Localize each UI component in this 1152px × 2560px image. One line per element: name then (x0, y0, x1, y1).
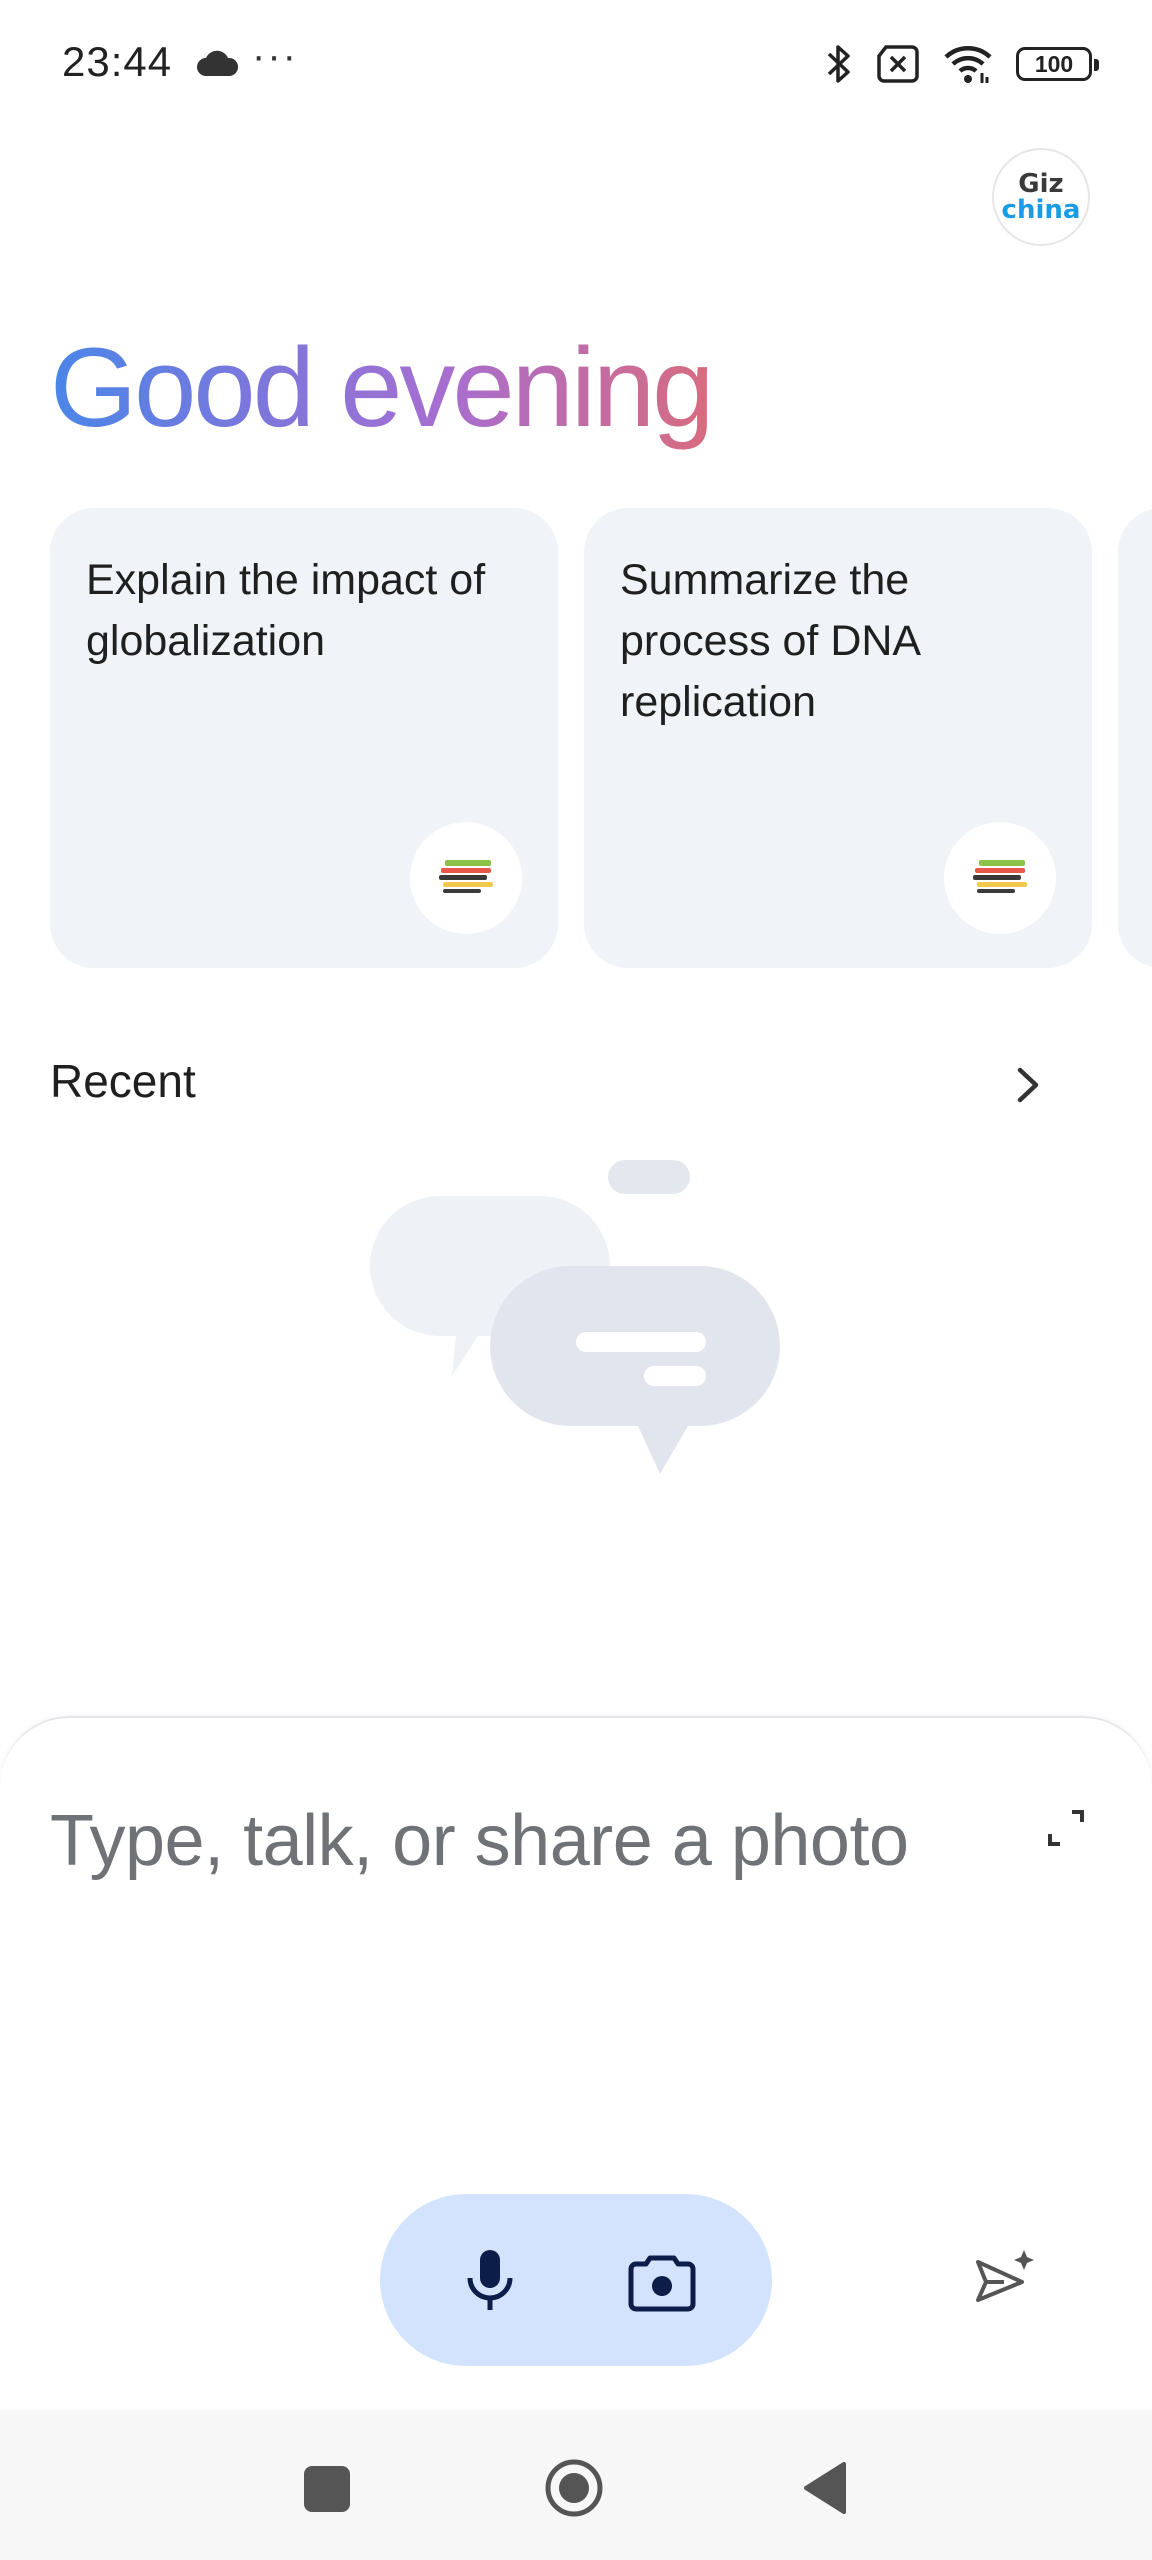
send-icon[interactable] (974, 2248, 1036, 2304)
chevron-right-icon[interactable] (1006, 1058, 1050, 1112)
bluetooth-icon (827, 45, 850, 83)
back-triangle-icon[interactable] (802, 2460, 848, 2516)
empty-chat-illustration (370, 1160, 780, 1474)
avatar-line2: china (1001, 195, 1081, 225)
home-circle-icon[interactable] (544, 2458, 604, 2518)
suggestion-card-partial[interactable] (1118, 508, 1152, 968)
suggestion-text: Summarize the process of DNA replication (620, 556, 919, 726)
account-avatar[interactable]: Giz china (992, 148, 1090, 246)
cloud-icon (197, 50, 239, 76)
recent-heading: Recent (50, 1055, 196, 1107)
suggestion-card[interactable]: Explain the impact of globalization (50, 508, 558, 968)
mic-icon[interactable] (464, 2248, 516, 2314)
books-icon (944, 822, 1056, 934)
status-bar: 23:44 ··· 100 (0, 0, 1152, 130)
expand-icon[interactable] (1044, 1806, 1088, 1850)
camera-icon[interactable] (628, 2250, 696, 2312)
battery-level: 100 (1034, 50, 1074, 77)
books-icon (410, 822, 522, 934)
suggestion-text: Explain the impact of globalization (86, 556, 486, 665)
greeting-heading: Good evening (50, 318, 714, 458)
suggestion-card[interactable]: Summarize the process of DNA replication (584, 508, 1092, 968)
voice-camera-pill (380, 2194, 772, 2366)
battery-icon: 100 (1016, 47, 1099, 81)
avatar-line1: Giz (1018, 169, 1064, 199)
prompt-input[interactable]: Type, talk, or share a photo (50, 1800, 909, 1882)
status-time: 23:44 (62, 38, 173, 85)
suggestion-carousel[interactable]: Explain the impact of globalization Summ… (50, 508, 1152, 968)
wifi-icon (944, 46, 992, 83)
no-sim-icon (877, 45, 919, 83)
status-overflow: ··· (252, 34, 298, 78)
status-icons: 100 (824, 42, 1099, 86)
recents-square-icon[interactable] (304, 2466, 350, 2512)
